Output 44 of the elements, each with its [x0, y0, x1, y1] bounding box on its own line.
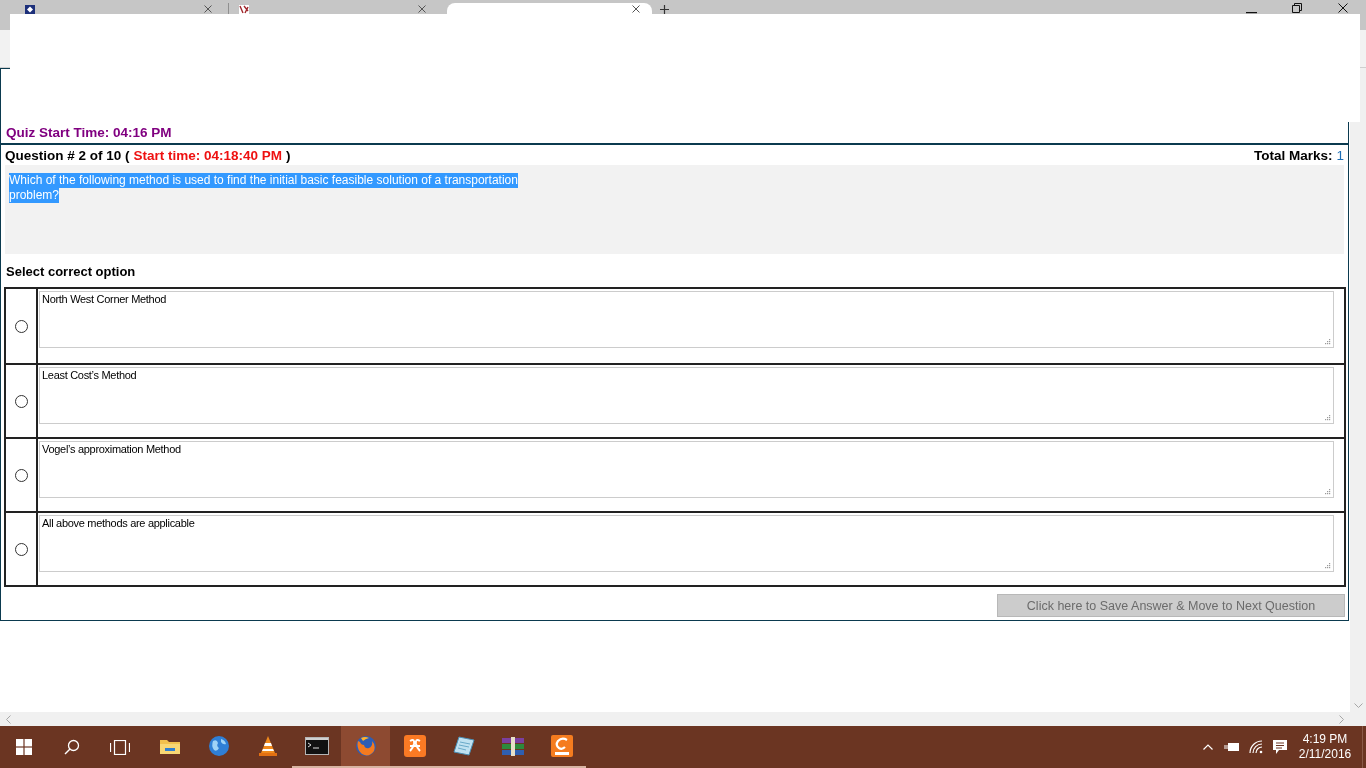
clock-date[interactable]: 2/11/2016 [1298, 747, 1352, 762]
resize-grip-icon [1324, 562, 1331, 569]
total-marks-value: 1 [1336, 147, 1344, 163]
cross-tile-icon [403, 735, 426, 757]
close-icon[interactable] [1338, 3, 1348, 13]
question-number: Question # 2 of 10 ( [5, 147, 130, 163]
close-icon[interactable] [632, 5, 640, 13]
resize-grip-icon [1324, 338, 1331, 345]
swirl-globe-icon [354, 735, 377, 757]
wifi-icon[interactable] [1249, 740, 1263, 754]
resize-grip-icon [1324, 414, 1331, 421]
terminal-icon [304, 737, 329, 755]
traffic-cone-icon [257, 735, 278, 757]
minimize-icon[interactable] [1245, 12, 1257, 14]
battery-icon[interactable] [1224, 742, 1240, 752]
question-start-time: Start time: 04:18:40 PM [133, 147, 283, 163]
four-panes-icon[interactable] [16, 739, 32, 755]
message-icon[interactable] [1272, 739, 1288, 755]
resize-grip-icon [1324, 488, 1331, 495]
globe-icon [207, 735, 230, 757]
swirl-tile-icon [550, 735, 573, 757]
options-heading: Select correct option [6, 264, 136, 279]
radio-button[interactable] [14, 394, 28, 408]
task-view-icon[interactable] [110, 739, 130, 755]
radio-button[interactable] [14, 542, 28, 556]
books-icon [500, 736, 525, 756]
option-text-area[interactable]: Least Cost’s Method [39, 367, 1334, 424]
plus-icon[interactable] [660, 5, 669, 14]
square-logo-icon [25, 5, 35, 14]
emblem-icon [239, 5, 249, 14]
radio-button[interactable] [14, 468, 28, 482]
search-icon[interactable] [64, 739, 80, 755]
folder-icon [158, 737, 181, 755]
option-text-area[interactable]: All above methods are applicable [39, 515, 1334, 572]
clock-time[interactable]: 4:19 PM [1302, 732, 1348, 747]
closing-parenthesis: ) [286, 147, 291, 163]
note-sheet-icon [452, 736, 475, 756]
radio-button[interactable] [14, 319, 28, 333]
chevron-up-icon[interactable] [1203, 744, 1213, 750]
option-text-area[interactable]: North West Corner Method [39, 291, 1334, 348]
total-marks-label: Total Marks: [1253, 147, 1333, 163]
restore-icon[interactable] [1292, 3, 1302, 13]
quiz-start-time: Quiz Start Time: 04:16 PM [6, 125, 172, 140]
option-text-area[interactable]: Vogel’s approximation Method [39, 441, 1334, 498]
